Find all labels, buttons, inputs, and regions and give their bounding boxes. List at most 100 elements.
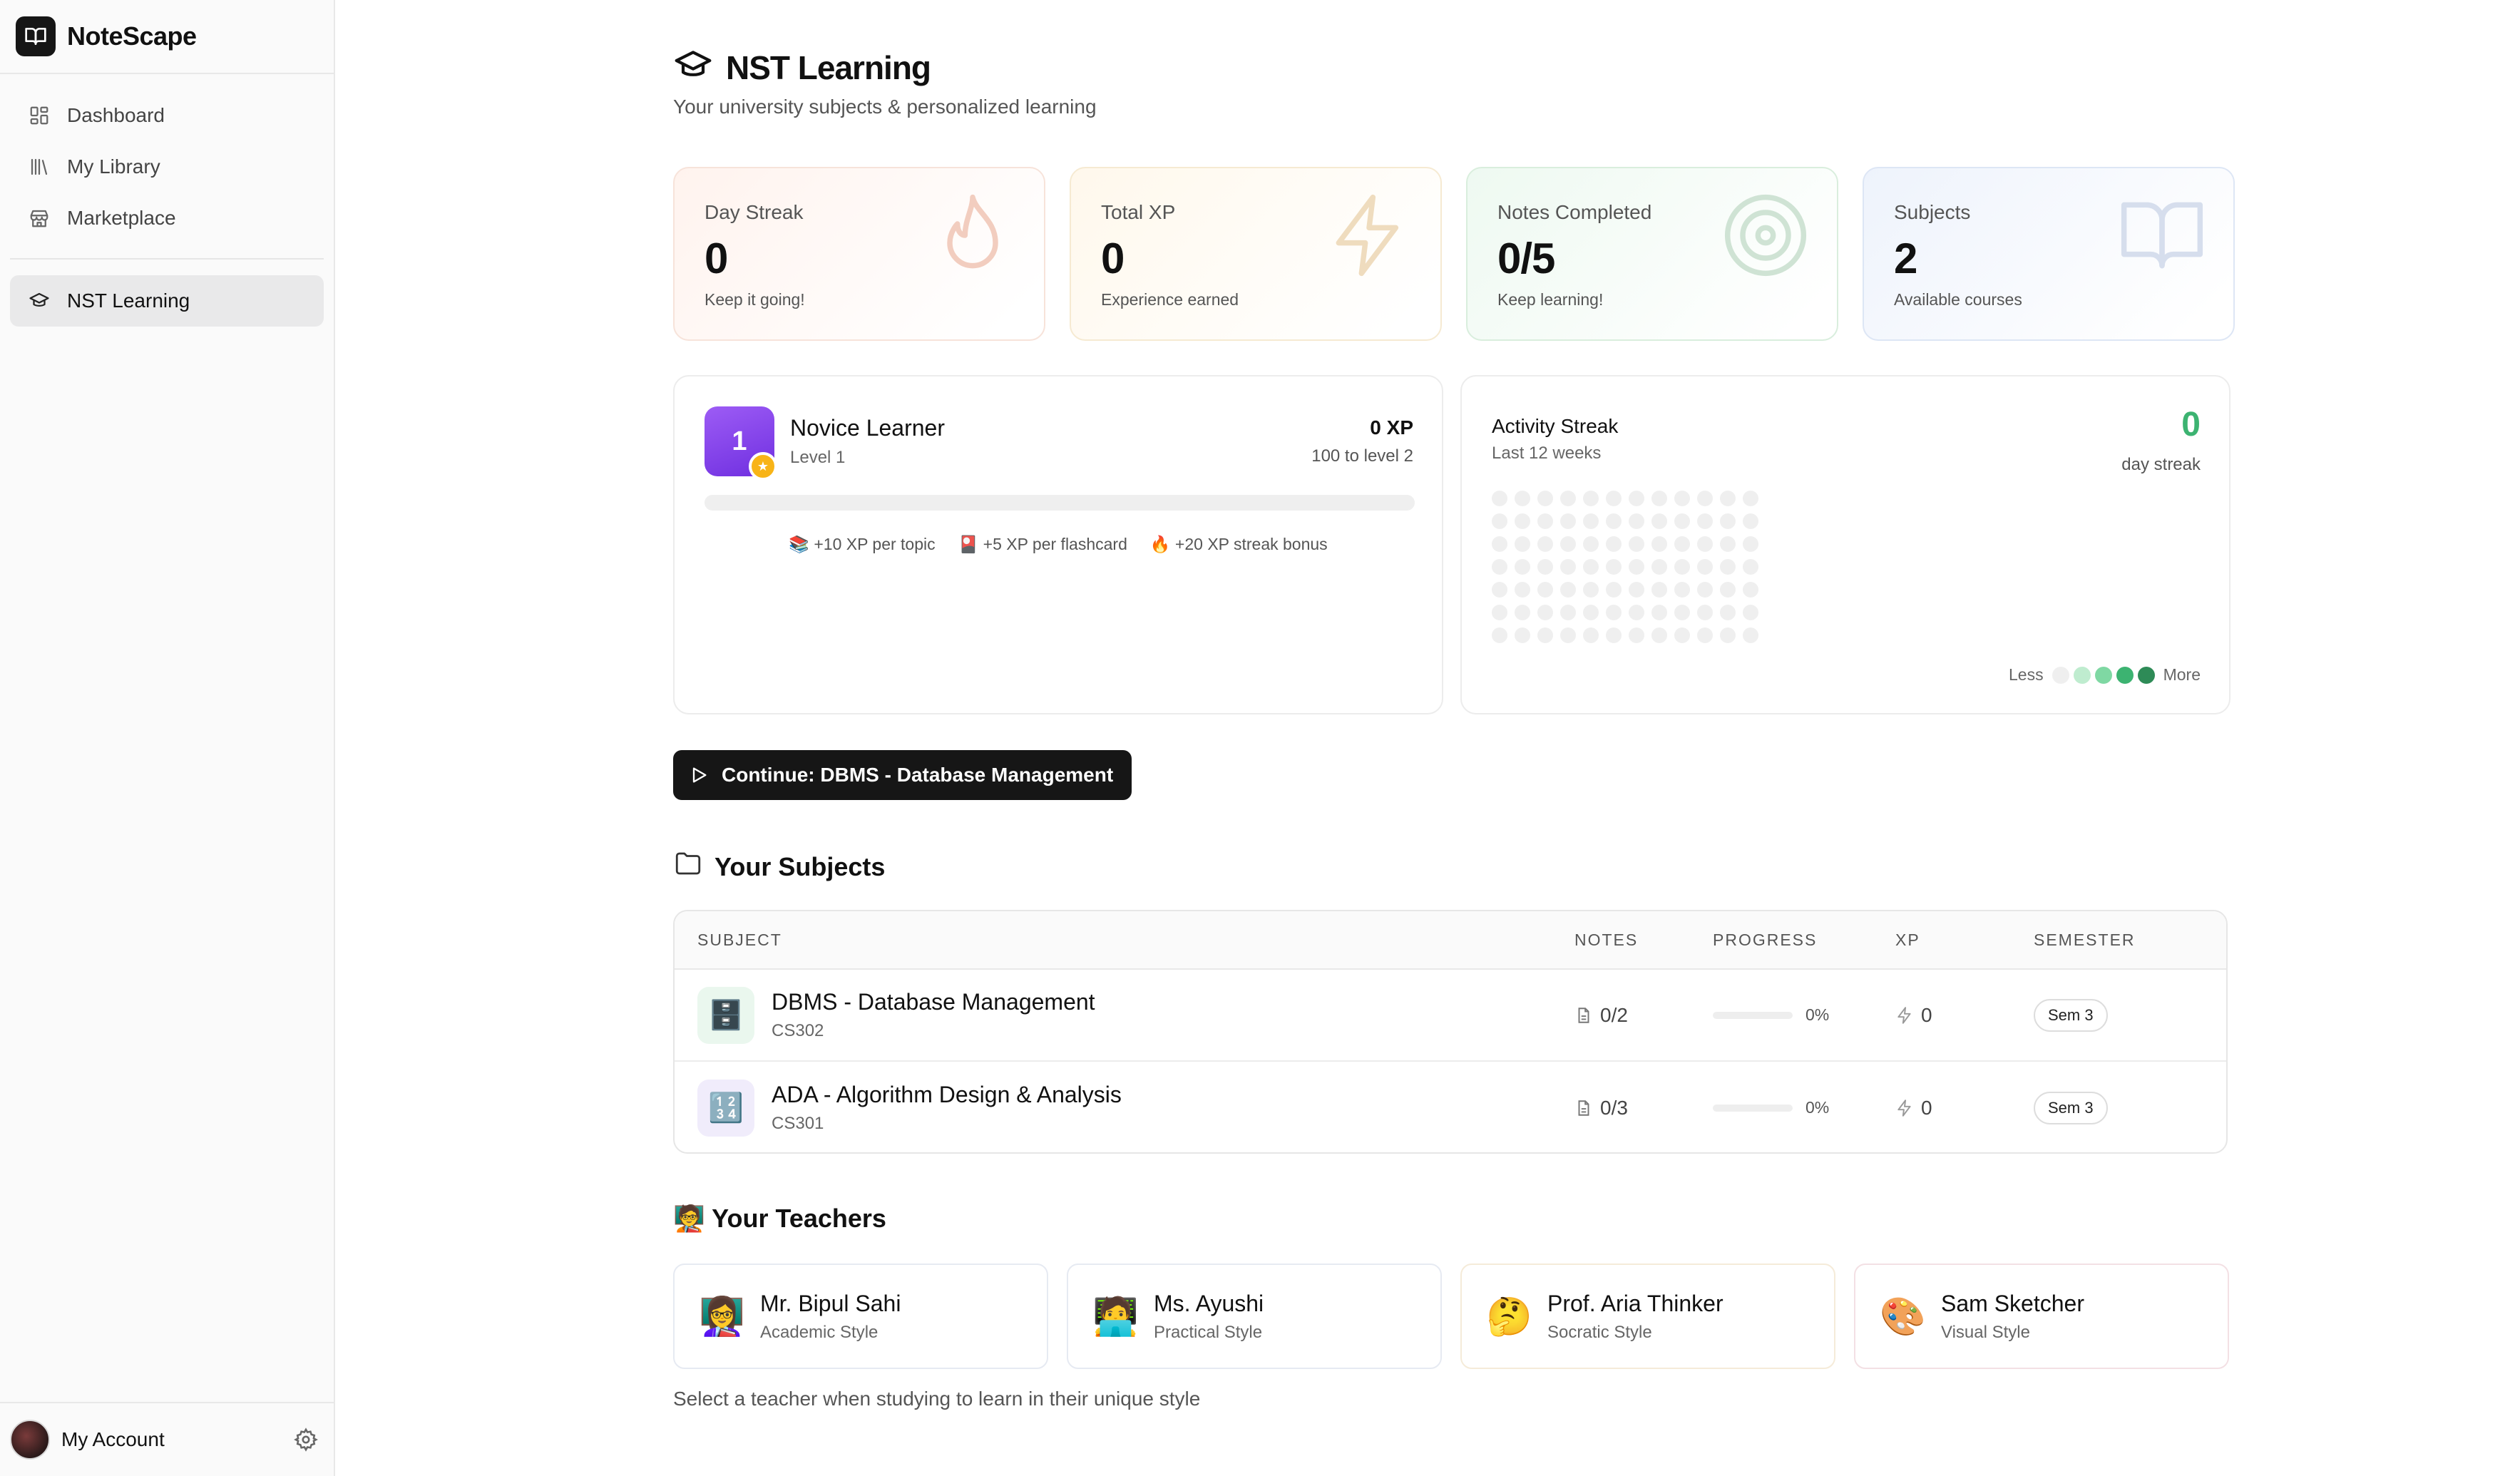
stats-row: Day Streak 0 Keep it going! Total XP 0 E…: [673, 167, 2235, 341]
page-header: NST Learning: [673, 46, 931, 89]
heatmap-cell: [1743, 582, 1758, 598]
heatmap-cell: [1743, 627, 1758, 643]
column-header-semester: SEMESTER: [2034, 930, 2136, 949]
heatmap-cell: [1606, 627, 1622, 643]
sidebar-item-nst-learning[interactable]: NST Learning: [10, 275, 324, 327]
semester-badge: Sem 3: [2034, 1091, 2108, 1124]
table-row[interactable]: 🔢 ADA - Algorithm Design & Analysis CS30…: [675, 1062, 2226, 1152]
heatmap-cell: [1697, 491, 1713, 506]
teacher-name: Sam Sketcher: [1941, 1290, 2084, 1316]
teachers-hint: Select a teacher when studying to learn …: [673, 1388, 1201, 1410]
teacher-style: Practical Style: [1154, 1322, 1263, 1342]
heatmap-cell: [1629, 605, 1644, 620]
legend-more: More: [2163, 665, 2201, 684]
legend-level-3: [2116, 666, 2134, 684]
heatmap-cell: [1606, 605, 1622, 620]
sidebar-item-marketplace[interactable]: Marketplace: [10, 193, 324, 244]
heatmap-cell: [1583, 536, 1599, 552]
graduation-cap-icon: [27, 289, 51, 313]
brand[interactable]: NoteScape: [0, 0, 334, 74]
sidebar-item-dashboard[interactable]: Dashboard: [10, 90, 324, 141]
heatmap-cell: [1697, 536, 1713, 552]
teacher-name: Ms. Ayushi: [1154, 1290, 1264, 1316]
subjects-section-title: Your Subjects: [673, 849, 885, 885]
notes-count: 0/3: [1600, 1096, 1628, 1119]
heatmap-cell: [1515, 559, 1530, 575]
account-label[interactable]: My Account: [61, 1428, 294, 1451]
heatmap-cell: [1629, 559, 1644, 575]
heatmap-cell: [1537, 627, 1553, 643]
file-icon: [1578, 1007, 1589, 1023]
heatmap-cell: [1674, 513, 1690, 529]
xp-value: 0: [1921, 1003, 1932, 1026]
streak-count: 0: [2181, 406, 2201, 444]
database-icon: 🗄️: [697, 986, 754, 1044]
teacher-name: Prof. Aria Thinker: [1547, 1290, 1723, 1316]
teacher-card-ayushi[interactable]: 🧑‍💻 Ms. Ayushi Practical Style: [1067, 1264, 1442, 1369]
heatmap-cell: [1674, 605, 1690, 620]
heatmap-cell: [1515, 536, 1530, 552]
heatmap-cell: [1674, 536, 1690, 552]
teacher-avatar-icon: 🤔: [1486, 1296, 1532, 1338]
heatmap-cell: [1515, 491, 1530, 506]
gear-icon[interactable]: [294, 1428, 318, 1452]
subject-name: DBMS - Database Management: [772, 989, 1095, 1015]
heatmap-cell: [1629, 536, 1644, 552]
heatmap-cell: [1583, 491, 1599, 506]
heatmap-cell: [1651, 582, 1667, 598]
heatmap-cell: [1720, 627, 1736, 643]
sidebar-item-my-library[interactable]: My Library: [10, 141, 324, 193]
heatmap-cell: [1629, 582, 1644, 598]
avatar[interactable]: [10, 1420, 50, 1460]
heatmap-cell: [1583, 582, 1599, 598]
heatmap-cell: [1537, 536, 1553, 552]
table-row[interactable]: 🗄️ DBMS - Database Management CS302 0/2 …: [675, 970, 2226, 1062]
teacher-style: Visual Style: [1941, 1322, 2030, 1342]
heatmap-cell: [1743, 559, 1758, 575]
heatmap-cell: [1537, 491, 1553, 506]
heatmap-cell: [1674, 627, 1690, 643]
heatmap-cell: [1720, 559, 1736, 575]
app-name: NoteScape: [67, 21, 197, 51]
sidebar-item-label: My Library: [67, 155, 160, 178]
section-title-text: 🧑‍🏫 Your Teachers: [673, 1204, 886, 1233]
teacher-avatar-icon: 🧑‍💻: [1092, 1296, 1139, 1338]
continue-button-label: Continue: DBMS - Database Management: [722, 764, 1114, 786]
sidebar-divider: [10, 258, 324, 260]
star-icon: ★: [749, 452, 777, 481]
heatmap-cell: [1674, 491, 1690, 506]
teacher-card-sam-sketcher[interactable]: 🎨 Sam Sketcher Visual Style: [1854, 1264, 2229, 1369]
xp-value: 0: [1921, 1096, 1932, 1119]
subject-name: ADA - Algorithm Design & Analysis: [772, 1082, 1122, 1107]
teacher-avatar-icon: 👩‍🏫: [699, 1296, 745, 1338]
legend-level-2: [2094, 666, 2112, 684]
heatmap-cell: [1697, 582, 1713, 598]
heatmap-cell: [1743, 491, 1758, 506]
heatmap-cell: [1720, 605, 1736, 620]
heatmap-cell: [1492, 513, 1507, 529]
teacher-card-aria-thinker[interactable]: 🤔 Prof. Aria Thinker Socratic Style: [1460, 1264, 1835, 1369]
heatmap-cell: [1515, 513, 1530, 529]
lightning-icon: [1897, 1099, 1911, 1117]
heatmap-cell: [1492, 536, 1507, 552]
continue-learning-button[interactable]: Continue: DBMS - Database Management: [673, 750, 1132, 800]
book-open-icon: [16, 16, 56, 56]
sidebar-item-label: Marketplace: [67, 207, 176, 229]
heatmap-cell: [1651, 491, 1667, 506]
progress-bar: [1713, 1011, 1793, 1019]
teacher-card-bipul-sahi[interactable]: 👩‍🏫 Mr. Bipul Sahi Academic Style: [673, 1264, 1048, 1369]
legend-level-0: [2052, 666, 2069, 684]
book-icon: [2121, 202, 2203, 269]
notes-count: 0/2: [1600, 1003, 1628, 1026]
heatmap-cell: [1651, 559, 1667, 575]
heatmap-cell: [1560, 513, 1576, 529]
store-icon: [27, 206, 51, 230]
subject-code: CS301: [772, 1114, 824, 1133]
heatmap-cell: [1651, 536, 1667, 552]
stat-card-day-streak: Day Streak 0 Keep it going!: [673, 167, 1045, 341]
teacher-style: Socratic Style: [1547, 1322, 1652, 1342]
level-title: Novice Learner: [790, 415, 945, 441]
sidebar-nav: Dashboard My Library Marketplace: [0, 74, 334, 244]
heatmap-cell: [1651, 513, 1667, 529]
legend-less: Less: [2009, 665, 2044, 684]
